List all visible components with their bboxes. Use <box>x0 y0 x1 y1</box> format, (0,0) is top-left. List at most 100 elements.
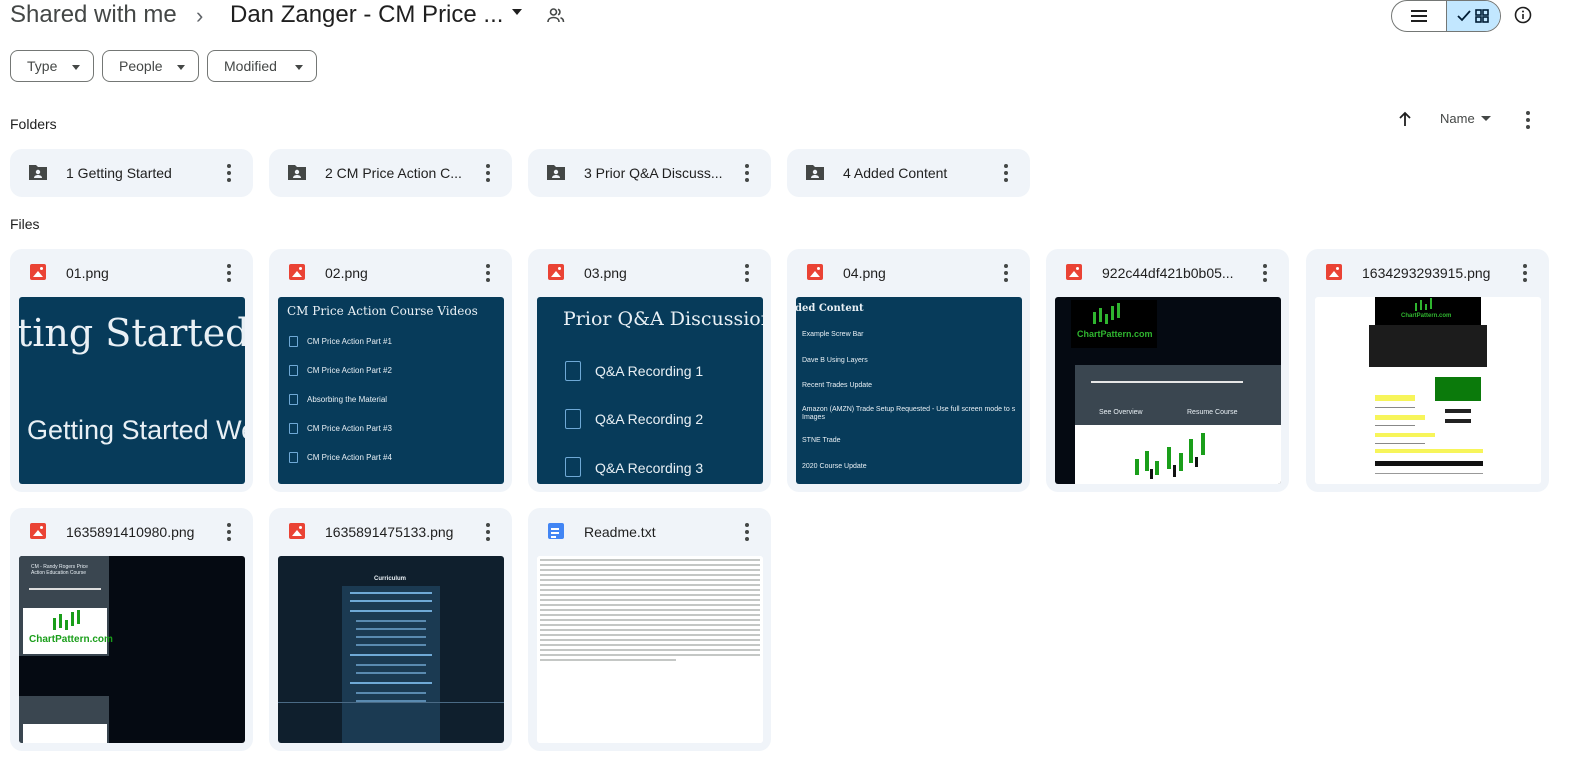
people-filter[interactable]: People <box>102 50 199 82</box>
doc-icon <box>565 409 581 429</box>
shared-folder-icon <box>28 163 48 186</box>
candlestick-icon <box>1135 433 1205 479</box>
modified-filter[interactable]: Modified <box>207 50 317 82</box>
file-more-icon[interactable] <box>476 520 500 544</box>
image-file-icon <box>30 264 46 280</box>
file-name: 1635891475133.png <box>325 524 454 540</box>
thumb-text: CM - Randy Rogers Price Action Education… <box>31 564 88 576</box>
folder-item[interactable]: 3 Prior Q&A Discuss... <box>528 149 771 197</box>
sort-by-button[interactable]: Name <box>1440 111 1491 126</box>
shared-folder-icon <box>546 163 566 186</box>
folder-item[interactable]: 1 Getting Started <box>10 149 253 197</box>
thumb-text: ChartPattern.com <box>1077 329 1153 339</box>
shared-folder-icon <box>287 163 307 186</box>
thumb-text: STNE Trade <box>802 437 841 444</box>
grid-view-button[interactable] <box>1445 1 1500 31</box>
thumb-text: Resume Course <box>1187 409 1238 416</box>
file-card[interactable]: 1634293293915.png ChartPattern.com <box>1306 249 1549 492</box>
image-file-icon <box>289 264 305 280</box>
file-card[interactable]: 03.png Prior Q&A Discussions Q&A Recordi… <box>528 249 771 492</box>
file-thumbnail <box>537 556 763 743</box>
file-name: 1635891410980.png <box>66 524 195 540</box>
thumb-text: ting Started <box>19 311 245 355</box>
file-card[interactable]: 1635891410980.png CM - Randy Rogers Pric… <box>10 508 253 751</box>
thumb-text: Curriculum <box>374 576 407 582</box>
curriculum-list <box>342 586 440 743</box>
grid-view-icon <box>1475 9 1490 23</box>
doc-icon <box>565 361 581 381</box>
type-filter[interactable]: Type <box>10 50 94 82</box>
thumb-text: ChartPattern.com <box>1401 313 1452 319</box>
doc-icon <box>289 394 298 405</box>
file-more-icon[interactable] <box>217 520 241 544</box>
file-card[interactable]: Readme.txt <box>528 508 771 751</box>
file-more-icon[interactable] <box>735 261 759 285</box>
doc-icon <box>289 452 298 463</box>
image-file-icon <box>1066 264 1082 280</box>
modified-filter-label: Modified <box>224 58 277 74</box>
thumb-text: CM Price Action Course Videos <box>287 304 478 318</box>
logo-box: ChartPattern.com <box>23 608 113 654</box>
folder-more-icon[interactable] <box>217 161 241 185</box>
check-icon <box>1457 10 1471 22</box>
file-card[interactable]: 04.png ded Content Example Screw Bar Dav… <box>787 249 1030 492</box>
logo-box: ChartPattern.com <box>1375 297 1481 325</box>
logo-box: ChartPattern.com <box>1071 300 1157 348</box>
file-card[interactable]: 01.png ting Started Getting Started We <box>10 249 253 492</box>
folder-more-icon[interactable] <box>476 161 500 185</box>
folder-item[interactable]: 4 Added Content <box>787 149 1030 197</box>
info-icon[interactable] <box>1511 3 1535 27</box>
file-name: 04.png <box>843 265 886 281</box>
thumb-text: See Overview <box>1099 409 1143 416</box>
thumb-text: Amazon (AMZN) Trade Setup Requested - Us… <box>802 406 1016 413</box>
file-more-icon[interactable] <box>735 520 759 544</box>
thumb-text: Getting Started We <box>27 415 245 445</box>
folder-more-icon[interactable] <box>994 161 1018 185</box>
thumb-text: ded Content <box>796 303 864 314</box>
file-more-icon[interactable] <box>1253 261 1277 285</box>
people-filter-label: People <box>119 58 163 74</box>
image-file-icon <box>1326 264 1342 280</box>
text-preview <box>537 556 763 743</box>
thumb-text: ChartPattern.com <box>29 634 113 645</box>
doc-icon <box>289 365 298 376</box>
doc-icon <box>565 457 581 477</box>
more-options-icon[interactable] <box>1516 108 1540 132</box>
files-heading: Files <box>10 216 40 232</box>
file-thumbnail: ChartPattern.com See Overview Resume Cou… <box>1055 297 1281 484</box>
file-more-icon[interactable] <box>1513 261 1537 285</box>
folder-more-icon[interactable] <box>735 161 759 185</box>
file-more-icon[interactable] <box>217 261 241 285</box>
file-name: 03.png <box>584 265 627 281</box>
thumb-text: Q&A Recording 1 <box>595 363 704 379</box>
chart-panel <box>1075 425 1281 484</box>
file-more-icon[interactable] <box>994 261 1018 285</box>
file-card[interactable]: 922c44df421b0b05... ChartPattern.com See… <box>1046 249 1289 492</box>
thumb-text: 2020 Course Update <box>802 463 867 470</box>
people-icon[interactable] <box>544 4 568 26</box>
thumb-text: CM Price Action Part #4 <box>307 453 392 462</box>
list-view-button[interactable] <box>1392 1 1446 31</box>
breadcrumb-current-folder[interactable]: Dan Zanger - CM Price ... <box>230 1 503 29</box>
folder-item[interactable]: 2 CM Price Action C... <box>269 149 512 197</box>
thumb-text: CM Price Action Part #3 <box>307 424 392 433</box>
file-name: 01.png <box>66 265 109 281</box>
file-card[interactable]: 1635891475133.png Curriculum <box>269 508 512 751</box>
folder-name: 4 Added Content <box>843 165 948 181</box>
thumb-text: Q&A Recording 2 <box>595 411 704 427</box>
thumb-text: Example Screw Bar <box>802 331 864 338</box>
file-more-icon[interactable] <box>476 261 500 285</box>
file-card[interactable]: 02.png CM Price Action Course Videos CM … <box>269 249 512 492</box>
thumb-text: Dave B Using Layers <box>802 357 868 364</box>
folder-name: 2 CM Price Action C... <box>325 165 462 181</box>
file-thumbnail: ting Started Getting Started We <box>19 297 245 484</box>
breadcrumb-root[interactable]: Shared with me <box>10 1 177 29</box>
folder-name: 3 Prior Q&A Discuss... <box>584 165 723 181</box>
image-file-icon <box>30 523 46 539</box>
file-name: 922c44df421b0b05... <box>1102 265 1234 281</box>
file-thumbnail: Curriculum <box>278 556 504 743</box>
course-panel: See Overview Resume Course <box>1075 365 1281 425</box>
sort-direction-icon[interactable] <box>1394 108 1416 130</box>
type-filter-label: Type <box>27 58 58 74</box>
folder-menu-caret-icon[interactable] <box>512 9 522 15</box>
